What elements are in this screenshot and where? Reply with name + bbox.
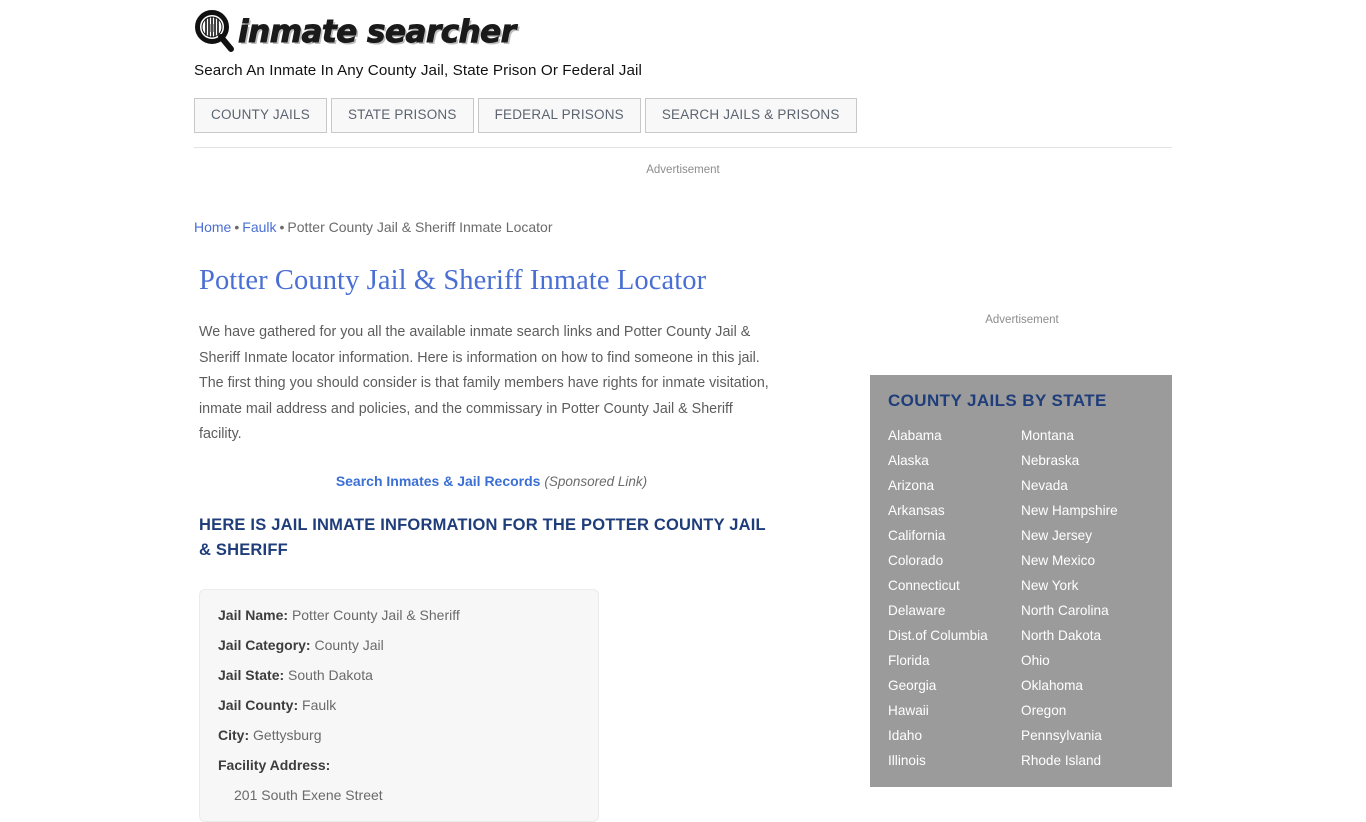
breadcrumb-current: Potter County Jail & Sheriff Inmate Loca… (287, 219, 553, 235)
state-link-new-hampshire[interactable]: New Hampshire (1021, 498, 1154, 523)
state-link-new-mexico[interactable]: New Mexico (1021, 548, 1154, 573)
logo-text: inmate searcher (238, 13, 517, 50)
state-link-pennsylvania[interactable]: Pennsylvania (1021, 723, 1154, 748)
info-label: Jail Name: (218, 606, 289, 623)
states-columns: Alabama Alaska Arizona Arkansas Californ… (870, 423, 1172, 773)
state-link-dist-of-columbia[interactable]: Dist.of Columbia (888, 623, 1021, 648)
state-link-arkansas[interactable]: Arkansas (888, 498, 1021, 523)
breadcrumb-separator: • (279, 219, 285, 235)
state-link-nevada[interactable]: Nevada (1021, 473, 1154, 498)
page-root: inmate searcher Search An Inmate In Any … (0, 0, 1366, 822)
state-link-alaska[interactable]: Alaska (888, 448, 1021, 473)
breadcrumb-link-home[interactable]: Home (194, 219, 231, 235)
state-link-florida[interactable]: Florida (888, 648, 1021, 673)
site-tagline: Search An Inmate In Any County Jail, Sta… (194, 62, 642, 79)
state-link-delaware[interactable]: Delaware (888, 598, 1021, 623)
site-header: inmate searcher Search An Inmate In Any … (194, 8, 1172, 79)
info-value: Potter County Jail & Sheriff (291, 606, 460, 623)
state-link-new-jersey[interactable]: New Jersey (1021, 523, 1154, 548)
info-label: Jail State: (218, 666, 285, 683)
state-link-california[interactable]: California (888, 523, 1021, 548)
jail-info-box: Jail Name: Potter County Jail & Sheriff … (199, 588, 599, 822)
info-row: Jail Name: Potter County Jail & Sheriff (200, 606, 598, 625)
info-label: Jail County: (218, 696, 299, 713)
breadcrumb-separator: • (234, 219, 240, 235)
facility-address-label: Facility Address: (218, 756, 331, 773)
nav-item-state-prisons[interactable]: STATE PRISONS (330, 98, 474, 133)
state-link-oregon[interactable]: Oregon (1021, 698, 1154, 723)
state-link-hawaii[interactable]: Hawaii (888, 698, 1021, 723)
state-link-north-dakota[interactable]: North Dakota (1021, 623, 1154, 648)
sponsored-note: (Sponsored Link) (544, 473, 648, 489)
info-label: Jail Category: (218, 636, 311, 653)
breadcrumb: Home • Faulk • Potter County Jail & Sheriff … (194, 219, 553, 235)
state-link-arizona[interactable]: Arizona (888, 473, 1021, 498)
search-inmates-records-link[interactable]: Search Inmates & Jail Records (336, 473, 541, 489)
top-advertisement-label: Advertisement (646, 164, 720, 176)
info-row: Jail Category: County Jail (200, 636, 598, 655)
intro-paragraph: We have gathered for you all the availab… (199, 324, 769, 442)
info-value: County Jail (314, 636, 384, 653)
info-row: Jail State: South Dakota (200, 666, 598, 685)
breadcrumb-link-county[interactable]: Faulk (242, 219, 276, 235)
state-link-nebraska[interactable]: Nebraska (1021, 448, 1154, 473)
info-value: South Dakota (288, 666, 373, 683)
nav-item-county-jails[interactable]: COUNTY JAILS (194, 98, 327, 133)
state-link-rhode-island[interactable]: Rhode Island (1021, 748, 1154, 773)
state-link-connecticut[interactable]: Connecticut (888, 573, 1021, 598)
sponsored-link-row: Search Inmates & Jail Records (Sponsored… (199, 473, 784, 489)
info-value: Gettysburg (253, 726, 322, 743)
state-link-idaho[interactable]: Idaho (888, 723, 1021, 748)
state-link-ohio[interactable]: Ohio (1021, 648, 1154, 673)
main-navigation: COUNTY JAILS STATE PRISONS FEDERAL PRISO… (194, 98, 857, 133)
facility-address-line1: 201 South Exene Street (234, 786, 383, 803)
header-divider (194, 147, 1172, 148)
state-link-montana[interactable]: Montana (1021, 423, 1154, 448)
right-advertisement-label: Advertisement (985, 314, 1059, 326)
info-row: City: Gettysburg (200, 726, 598, 745)
state-link-georgia[interactable]: Georgia (888, 673, 1021, 698)
magnifier-prison-bars-icon (194, 10, 236, 54)
county-jails-by-state-panel: COUNTY JAILS BY STATE Alabama Alaska Ari… (870, 375, 1172, 787)
page-title: Potter County Jail & Sheriff Inmate Loca… (199, 265, 707, 296)
nav-item-search-jails-prisons[interactable]: SEARCH JAILS & PRISONS (644, 98, 857, 133)
info-value: Faulk (302, 696, 337, 713)
facility-address-label-row: Facility Address: (200, 756, 598, 775)
logo[interactable]: inmate searcher (194, 8, 1172, 56)
states-column-right: Montana Nebraska Nevada New Hampshire Ne… (1021, 423, 1154, 773)
section-heading: HERE IS JAIL INMATE INFORMATION FOR THE … (199, 515, 766, 559)
state-link-alabama[interactable]: Alabama (888, 423, 1021, 448)
sidebar-title: COUNTY JAILS BY STATE (888, 391, 1107, 410)
state-link-new-york[interactable]: New York (1021, 573, 1154, 598)
info-label: City: (218, 726, 250, 743)
state-link-north-carolina[interactable]: North Carolina (1021, 598, 1154, 623)
state-link-oklahoma[interactable]: Oklahoma (1021, 673, 1154, 698)
main-content: Potter County Jail & Sheriff Inmate Loca… (199, 262, 784, 822)
state-link-colorado[interactable]: Colorado (888, 548, 1021, 573)
info-row: Jail County: Faulk (200, 696, 598, 715)
state-link-illinois[interactable]: Illinois (888, 748, 1021, 773)
states-column-left: Alabama Alaska Arizona Arkansas Californ… (888, 423, 1021, 773)
nav-item-federal-prisons[interactable]: FEDERAL PRISONS (477, 98, 641, 133)
